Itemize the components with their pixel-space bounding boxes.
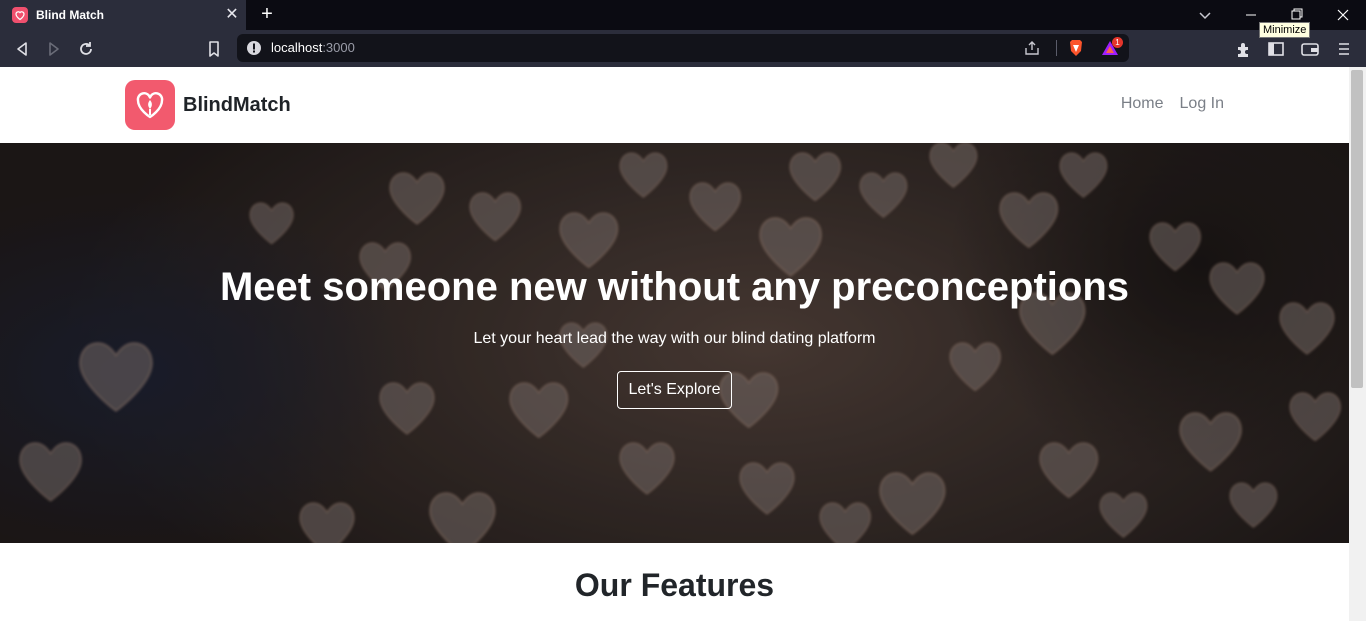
wallet-icon[interactable] bbox=[1300, 39, 1320, 59]
explore-button[interactable]: Let's Explore bbox=[617, 371, 732, 409]
browser-tab[interactable]: Blind Match ✕ bbox=[0, 0, 246, 30]
features-title: Our Features bbox=[574, 567, 775, 603]
new-tab-icon[interactable]: + bbox=[256, 4, 278, 26]
brave-rewards-icon[interactable]: 1 bbox=[1101, 37, 1123, 57]
brand-name: BlindMatch bbox=[183, 93, 291, 116]
address-bar[interactable]: localhost:3000 1 bbox=[237, 34, 1129, 62]
hero-section: Meet someone new without any preconcepti… bbox=[0, 143, 1349, 543]
forward-icon[interactable] bbox=[44, 39, 64, 59]
site-navbar: BlindMatch Home Log In bbox=[0, 67, 1349, 143]
brave-shield-icon[interactable] bbox=[1067, 39, 1085, 57]
hero-subtitle: Let your heart lead the way with our bli… bbox=[473, 330, 876, 347]
browser-titlebar: Blind Match ✕ + bbox=[0, 0, 1366, 30]
heart-logo-icon bbox=[125, 80, 175, 130]
brand-link[interactable]: BlindMatch bbox=[125, 80, 291, 130]
page-scrollbar[interactable] bbox=[1349, 67, 1366, 621]
tab-title: Blind Match bbox=[36, 8, 104, 22]
nav-link-login[interactable]: Log In bbox=[1180, 95, 1224, 113]
url-port: :3000 bbox=[322, 40, 355, 55]
back-icon[interactable] bbox=[12, 39, 32, 59]
bookmark-icon[interactable] bbox=[204, 39, 224, 59]
hero-title: Meet someone new without any preconcepti… bbox=[219, 265, 1130, 309]
page-viewport: BlindMatch Home Log In Meet someone new … bbox=[0, 67, 1349, 621]
menu-icon[interactable] bbox=[1334, 39, 1354, 59]
tooltip: Minimize bbox=[1259, 22, 1311, 38]
nav-links: Home Log In bbox=[1105, 95, 1224, 113]
scrollbar-thumb[interactable] bbox=[1351, 70, 1363, 388]
nav-link-home[interactable]: Home bbox=[1121, 95, 1164, 113]
heart-favicon-icon bbox=[12, 7, 28, 23]
share-icon[interactable] bbox=[1023, 39, 1041, 57]
rewards-badge: 1 bbox=[1112, 37, 1123, 48]
close-icon[interactable] bbox=[1320, 0, 1366, 30]
info-icon[interactable] bbox=[245, 39, 263, 57]
url-text[interactable]: localhost:3000 bbox=[271, 40, 355, 55]
tab-close-icon[interactable]: ✕ bbox=[222, 5, 242, 25]
omnibox-divider bbox=[1056, 40, 1057, 56]
sidebar-icon[interactable] bbox=[1266, 39, 1286, 59]
reload-icon[interactable] bbox=[76, 39, 96, 59]
extensions-icon[interactable] bbox=[1234, 39, 1254, 59]
tab-search-icon[interactable] bbox=[1196, 6, 1214, 24]
url-host: localhost bbox=[271, 40, 323, 55]
